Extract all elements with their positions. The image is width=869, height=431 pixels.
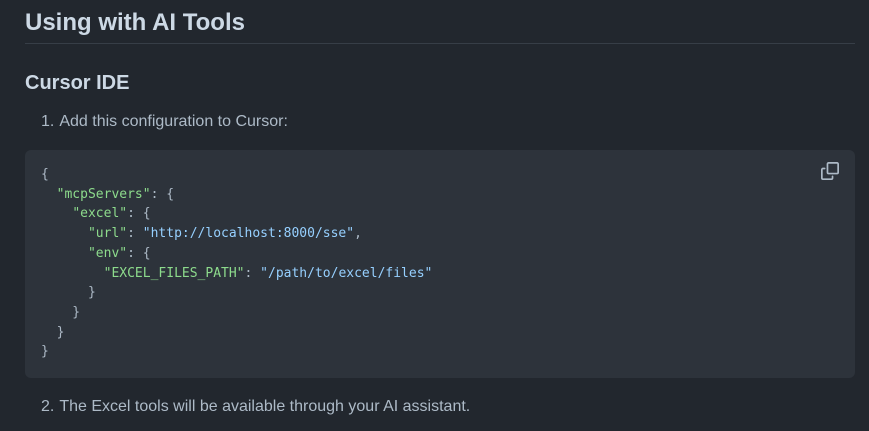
- code-line: }: [41, 324, 65, 340]
- json-punctuation: }: [41, 304, 81, 320]
- json-string: "http://localhost:8000/sse": [142, 226, 355, 242]
- code-line: }: [41, 285, 96, 300]
- json-punctuation: : {: [127, 245, 151, 261]
- code-line: "EXCEL_FILES_PATH": "/path/to/excel/file…: [41, 265, 433, 281]
- json-punctuation: {: [41, 167, 49, 182]
- json-punctuation: [41, 187, 57, 202]
- json-string: "/path/to/excel/files": [260, 265, 433, 281]
- code-line: }: [41, 344, 49, 359]
- heading-divider: [25, 43, 855, 44]
- list-item-number: 1.: [41, 113, 55, 130]
- copy-icon: [821, 162, 839, 180]
- json-punctuation: }: [41, 344, 49, 360]
- json-key: "url": [87, 226, 128, 242]
- markdown-page: Using with AI Tools Cursor IDE 1. Add thi…: [0, 0, 869, 431]
- json-punctuation: : {: [127, 206, 151, 222]
- json-key: "env": [87, 245, 128, 261]
- code-line: "url": "http://localhost:8000/sse",: [41, 226, 362, 241]
- code-line: "excel": {: [41, 206, 151, 222]
- code-line: "mcpServers": {: [41, 187, 174, 202]
- json-punctuation: ,: [354, 226, 362, 242]
- list-item: 1. Add this configuration to Cursor:: [41, 111, 288, 133]
- json-key: "excel": [72, 206, 128, 222]
- json-punctuation: [41, 266, 104, 281]
- section-heading: Using with AI Tools: [25, 9, 245, 36]
- code-line: {: [41, 167, 49, 182]
- code-line: "env": {: [41, 246, 151, 261]
- json-punctuation: [41, 246, 88, 261]
- json-key: "EXCEL_FILES_PATH": [103, 265, 245, 281]
- code-block: { "mcpServers": { "excel": { "url": "htt…: [25, 150, 855, 378]
- code-content[interactable]: { "mcpServers": { "excel": { "url": "htt…: [41, 165, 432, 362]
- list-item-number: 2.: [41, 398, 55, 415]
- json-punctuation: : {: [150, 186, 175, 202]
- json-punctuation: [41, 206, 72, 221]
- list-item-text: Add this configuration to Cursor:: [59, 113, 288, 130]
- list-item-text: The Excel tools will be available throug…: [59, 398, 471, 415]
- json-punctuation: }: [41, 324, 65, 340]
- json-punctuation: :: [127, 226, 143, 242]
- json-punctuation: }: [41, 285, 96, 301]
- json-key: "mcpServers": [56, 186, 151, 202]
- copy-button[interactable]: [821, 162, 841, 182]
- subsection-heading: Cursor IDE: [25, 72, 130, 94]
- list-item: 2. The Excel tools will be available thro…: [41, 396, 470, 418]
- json-punctuation: :: [244, 265, 261, 281]
- json-punctuation: [41, 226, 88, 241]
- code-line: }: [41, 305, 80, 320]
